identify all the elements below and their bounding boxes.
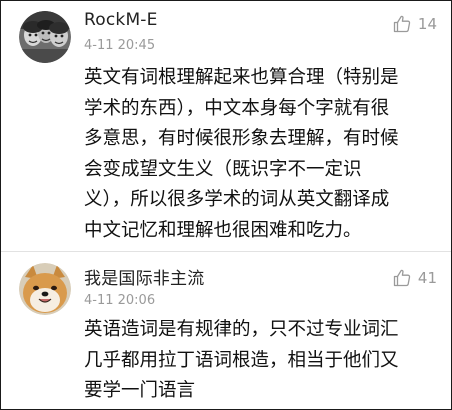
comment-list: RockM-E 4-11 20:45 14 英文有词根理解起来也算合理（特别是 …: [0, 0, 452, 410]
comment-text: 英文有词根理解起来也算合理（特别是 学术的东西），中文本身每个字就有很 多意思，…: [84, 67, 399, 241]
comment-item: RockM-E 4-11 20:45 14 英文有词根理解起来也算合理（特别是 …: [1, 1, 451, 251]
timestamp: 4-11 20:06: [84, 293, 156, 308]
avatar-photo-icon: [19, 11, 71, 63]
shiba-dog-icon: [19, 263, 71, 315]
avatar[interactable]: [19, 11, 71, 63]
username[interactable]: 我是国际非主流: [84, 264, 204, 289]
username[interactable]: RockM-E: [84, 10, 158, 30]
like-button[interactable]: 14: [392, 14, 437, 34]
thumbs-up-icon: [393, 269, 411, 287]
comment-text: 英语造词是有规律的，只不过专业词汇 几乎都用拉丁语词根造，相当于他们又 要学一门…: [84, 319, 399, 401]
timestamp: 4-11 20:45: [84, 38, 156, 53]
comment-item: 我是国际非主流 4-11 20:06 41 英语造词是有规律的，只不过专业词汇 …: [1, 252, 451, 409]
avatar[interactable]: [19, 263, 71, 315]
like-count: 41: [417, 269, 437, 287]
like-count: 14: [417, 15, 437, 33]
thumbs-up-icon: [393, 15, 411, 33]
like-button[interactable]: 41: [392, 268, 437, 288]
